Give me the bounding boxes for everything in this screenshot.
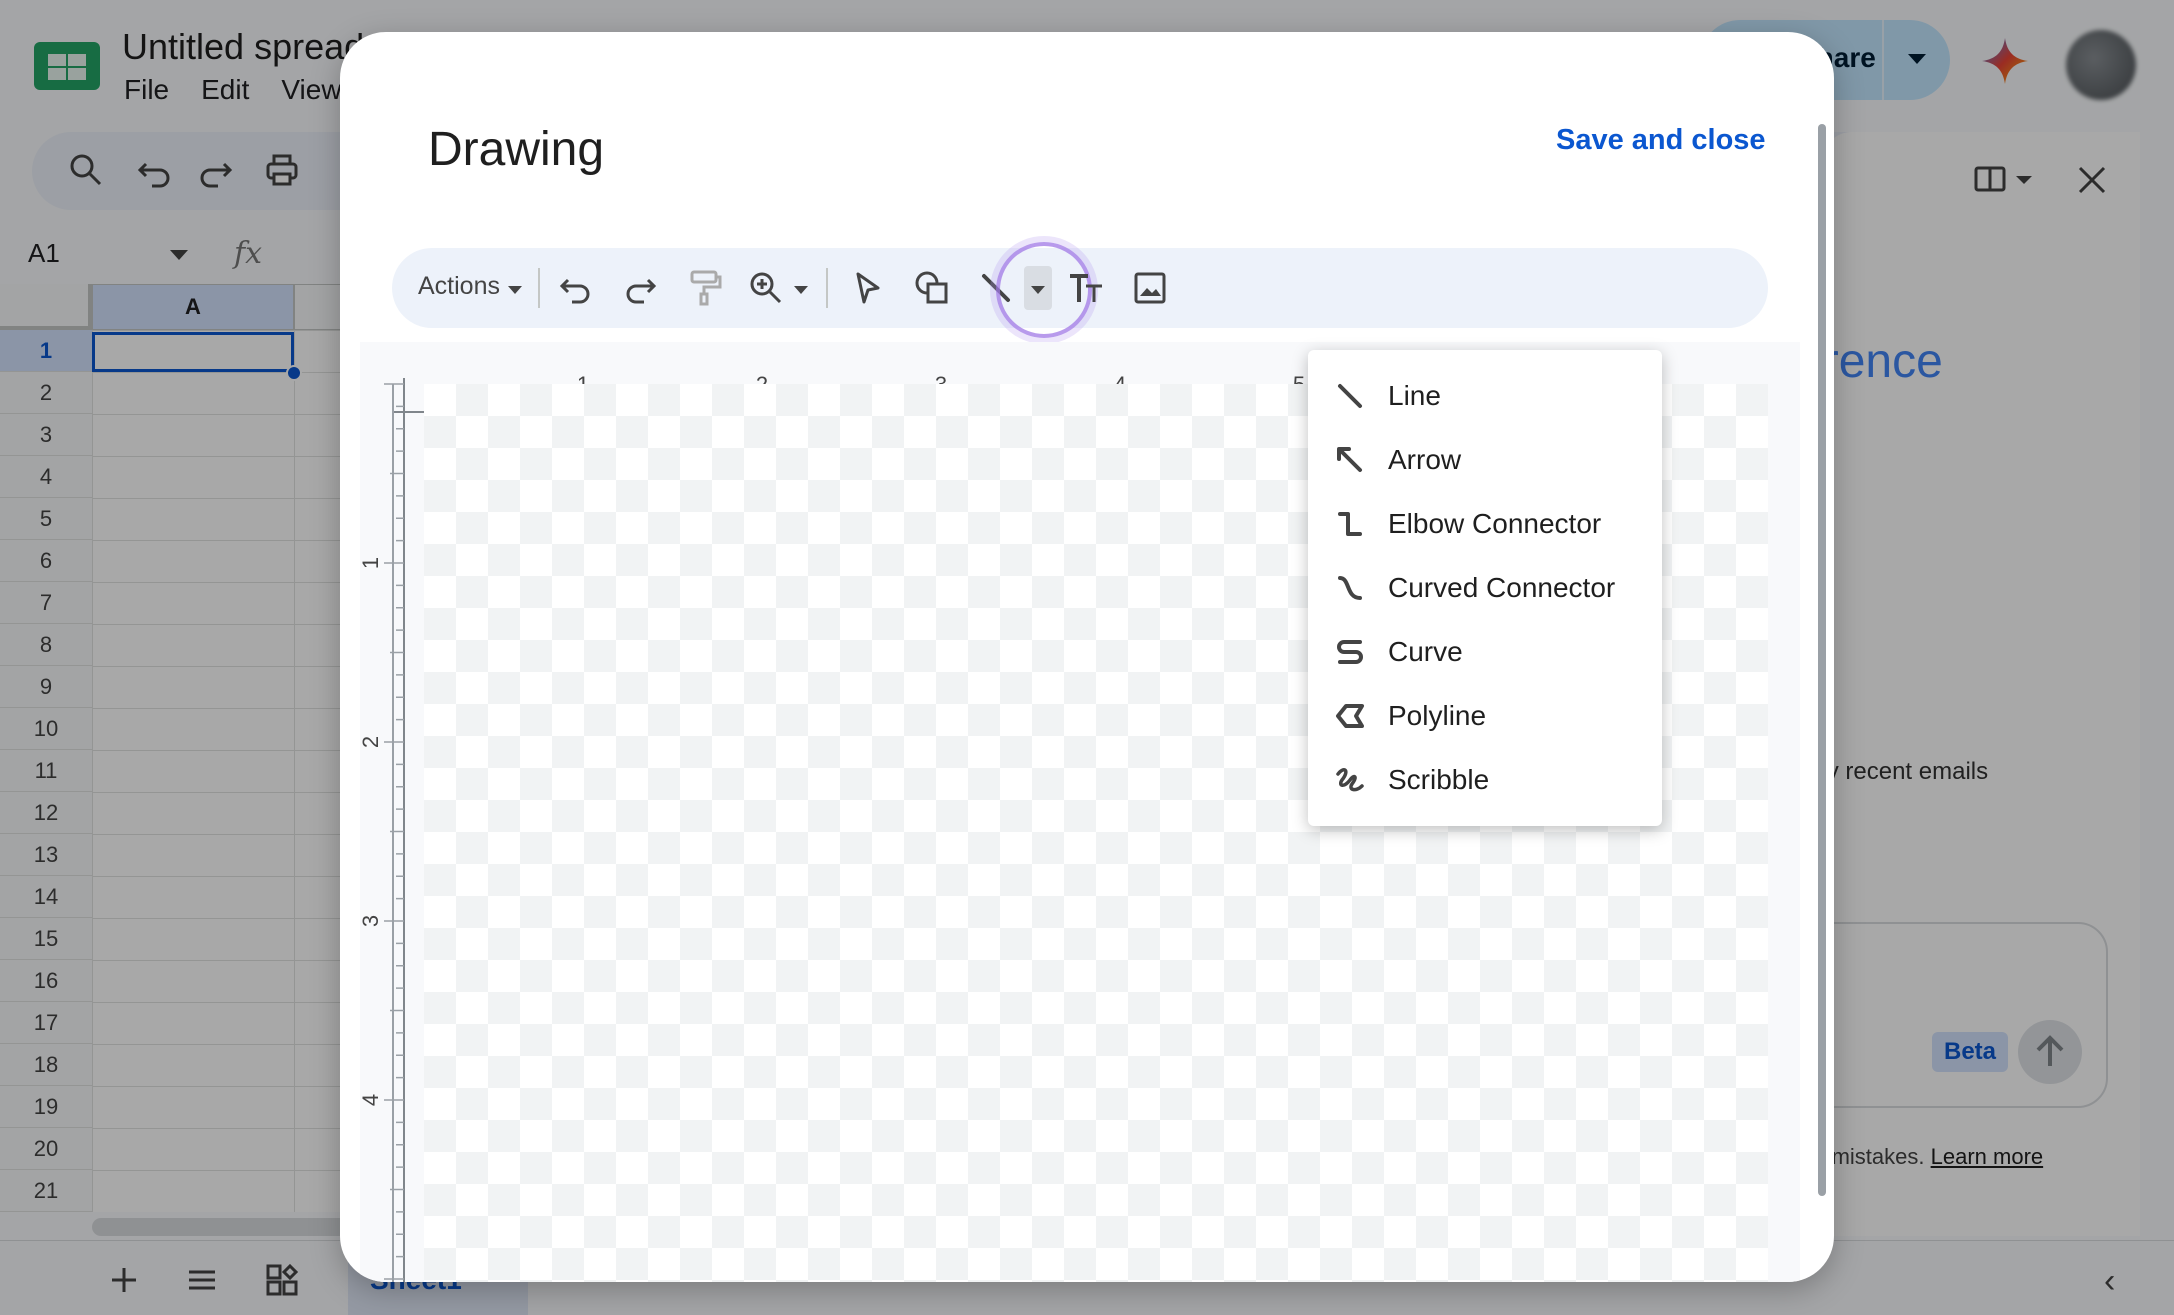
line-icon [1338, 384, 1362, 408]
undo-icon[interactable] [556, 268, 596, 308]
menu-item-scribble[interactable]: Scribble [1308, 750, 1662, 808]
menu-item-label: Curved Connector [1388, 572, 1616, 603]
polyline-icon [1336, 704, 1364, 728]
ruler-label: 4 [358, 1094, 383, 1106]
select-icon[interactable] [848, 268, 888, 308]
image-icon[interactable] [1130, 268, 1170, 308]
zoom-caret-icon[interactable] [794, 286, 808, 294]
toolbar-divider [538, 268, 540, 308]
dialog-scrollbar[interactable] [1818, 124, 1826, 1196]
line-type-menu: Line Arrow Elbow Connector Curved Connec… [1308, 350, 1662, 826]
menu-item-label: Scribble [1388, 764, 1490, 795]
text-box-icon[interactable] [1066, 268, 1106, 308]
menu-item-polyline[interactable]: Polyline [1308, 686, 1662, 744]
paint-format-icon[interactable] [684, 268, 724, 308]
curve-icon [1337, 640, 1363, 664]
menu-item-label: Curve [1388, 636, 1463, 667]
drawing-dialog: Drawing Save and close Actions 1234567 1… [340, 32, 1834, 1282]
menu-item-label: Polyline [1388, 700, 1487, 731]
ruler-label: 2 [358, 736, 383, 748]
scribble-icon [1336, 768, 1364, 792]
ruler-label: 1 [358, 557, 383, 569]
save-and-close-button[interactable]: Save and close [1556, 124, 1766, 157]
menu-item-arrow[interactable]: Arrow [1308, 430, 1662, 488]
zoom-icon[interactable] [746, 268, 786, 308]
actions-caret-icon[interactable] [508, 286, 522, 294]
actions-menu-button[interactable]: Actions [418, 272, 500, 301]
vertical-ruler: 1 2 3 4 [358, 378, 405, 1282]
menu-item-curve[interactable]: Curve [1308, 622, 1662, 680]
menu-item-elbow-connector[interactable]: Elbow Connector [1308, 494, 1662, 552]
menu-item-label: Line [1388, 380, 1441, 411]
menu-item-label: Elbow Connector [1388, 508, 1602, 539]
arrow-icon [1337, 447, 1362, 472]
canvas-edge [392, 384, 394, 1282]
toolbar-divider [826, 268, 828, 308]
menu-item-line[interactable]: Line [1308, 366, 1662, 424]
dialog-title: Drawing [428, 123, 605, 176]
redo-icon[interactable] [620, 268, 660, 308]
elbow-connector-icon [1338, 512, 1362, 536]
menu-item-curved-connector[interactable]: Curved Connector [1308, 558, 1662, 616]
menu-item-label: Arrow [1388, 444, 1462, 475]
ruler-label: 3 [358, 915, 383, 927]
shape-icon[interactable] [912, 268, 952, 308]
curved-connector-icon [1338, 576, 1362, 600]
